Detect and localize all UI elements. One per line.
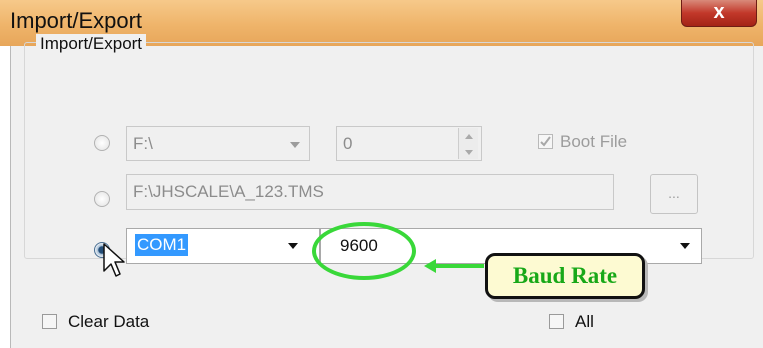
spin-down-icon[interactable] <box>459 144 478 160</box>
all-checkbox[interactable] <box>549 314 564 329</box>
com-port-value: COM1 <box>135 234 189 256</box>
group-label: Import/Export <box>36 34 147 54</box>
arrow-head-icon <box>424 259 436 273</box>
mouse-cursor-icon <box>103 243 125 277</box>
window-title: Import/Export <box>10 8 143 33</box>
browse-button[interactable]: ... <box>650 174 698 214</box>
file-path-value: F:\JHSCALE\A_123.TMS <box>133 182 324 201</box>
baud-rate-callout: Baud Rate <box>485 253 645 299</box>
drive-value: F:\ <box>133 134 153 153</box>
checkmark-icon <box>540 136 551 147</box>
chevron-down-icon <box>288 243 298 249</box>
spin-buttons[interactable] <box>458 128 478 159</box>
baud-rate-highlight-circle <box>312 222 416 280</box>
drive-select[interactable]: F:\ <box>126 126 310 161</box>
clear-data-checkbox[interactable] <box>42 314 57 329</box>
spin-up-icon[interactable] <box>459 128 478 144</box>
radio-drive[interactable] <box>94 135 110 151</box>
boot-file-checkbox[interactable] <box>538 134 553 149</box>
chevron-down-icon <box>290 142 300 148</box>
file-path-field[interactable]: F:\JHSCALE\A_123.TMS <box>126 174 614 210</box>
chevron-down-icon <box>680 243 690 249</box>
clear-data-label: Clear Data <box>68 312 150 331</box>
callout-label: Baud Rate <box>512 263 618 288</box>
close-button[interactable]: x <box>681 0 757 27</box>
radio-file-path[interactable] <box>94 191 110 207</box>
annotation-arrow <box>432 264 484 268</box>
number-value: 0 <box>343 134 353 153</box>
all-label: All <box>575 312 594 331</box>
boot-file-label: Boot File <box>560 132 628 151</box>
